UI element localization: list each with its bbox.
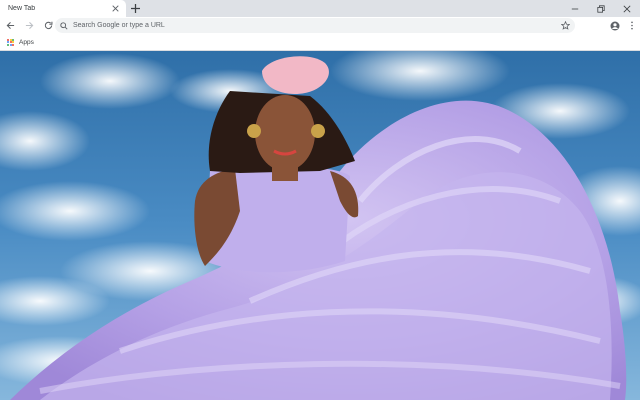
omnibox[interactable]: Search Google or type a URL [55, 18, 575, 33]
bookmark-label: Apps [19, 38, 34, 46]
restore-icon [597, 4, 605, 13]
plus-icon [131, 4, 140, 13]
tab-new-tab[interactable]: New Tab [0, 0, 126, 17]
arrow-right-icon [25, 21, 34, 30]
bookmarks-bar: Apps [0, 34, 640, 51]
more-vertical-icon [630, 21, 633, 30]
bookmark-apps[interactable]: Apps [7, 38, 34, 46]
omnibox-placeholder: Search Google or type a URL [73, 22, 165, 29]
new-tab-button[interactable] [129, 2, 142, 15]
toolbar-right [606, 17, 640, 34]
profile-button[interactable] [606, 17, 623, 34]
search-icon [60, 21, 68, 30]
close-icon[interactable] [110, 4, 120, 14]
forward-button[interactable] [21, 17, 38, 34]
restore-button[interactable] [588, 0, 614, 17]
tab-strip: New Tab [0, 0, 640, 17]
close-window-button[interactable] [614, 0, 640, 17]
reload-icon [44, 21, 53, 30]
bookmark-star-button[interactable] [560, 20, 571, 31]
tab-title: New Tab [8, 5, 36, 12]
star-icon [561, 21, 570, 30]
minimize-icon [571, 8, 579, 9]
apps-grid-icon [7, 38, 14, 46]
background-photo [0, 51, 640, 400]
window-controls [562, 0, 640, 17]
menu-button[interactable] [623, 17, 640, 34]
toolbar: Search Google or type a URL [0, 17, 640, 34]
arrow-left-icon [6, 21, 15, 30]
close-icon [623, 5, 631, 12]
back-button[interactable] [2, 17, 19, 34]
new-tab-background [0, 51, 640, 400]
minimize-button[interactable] [562, 0, 588, 17]
account-circle-icon [610, 21, 619, 30]
